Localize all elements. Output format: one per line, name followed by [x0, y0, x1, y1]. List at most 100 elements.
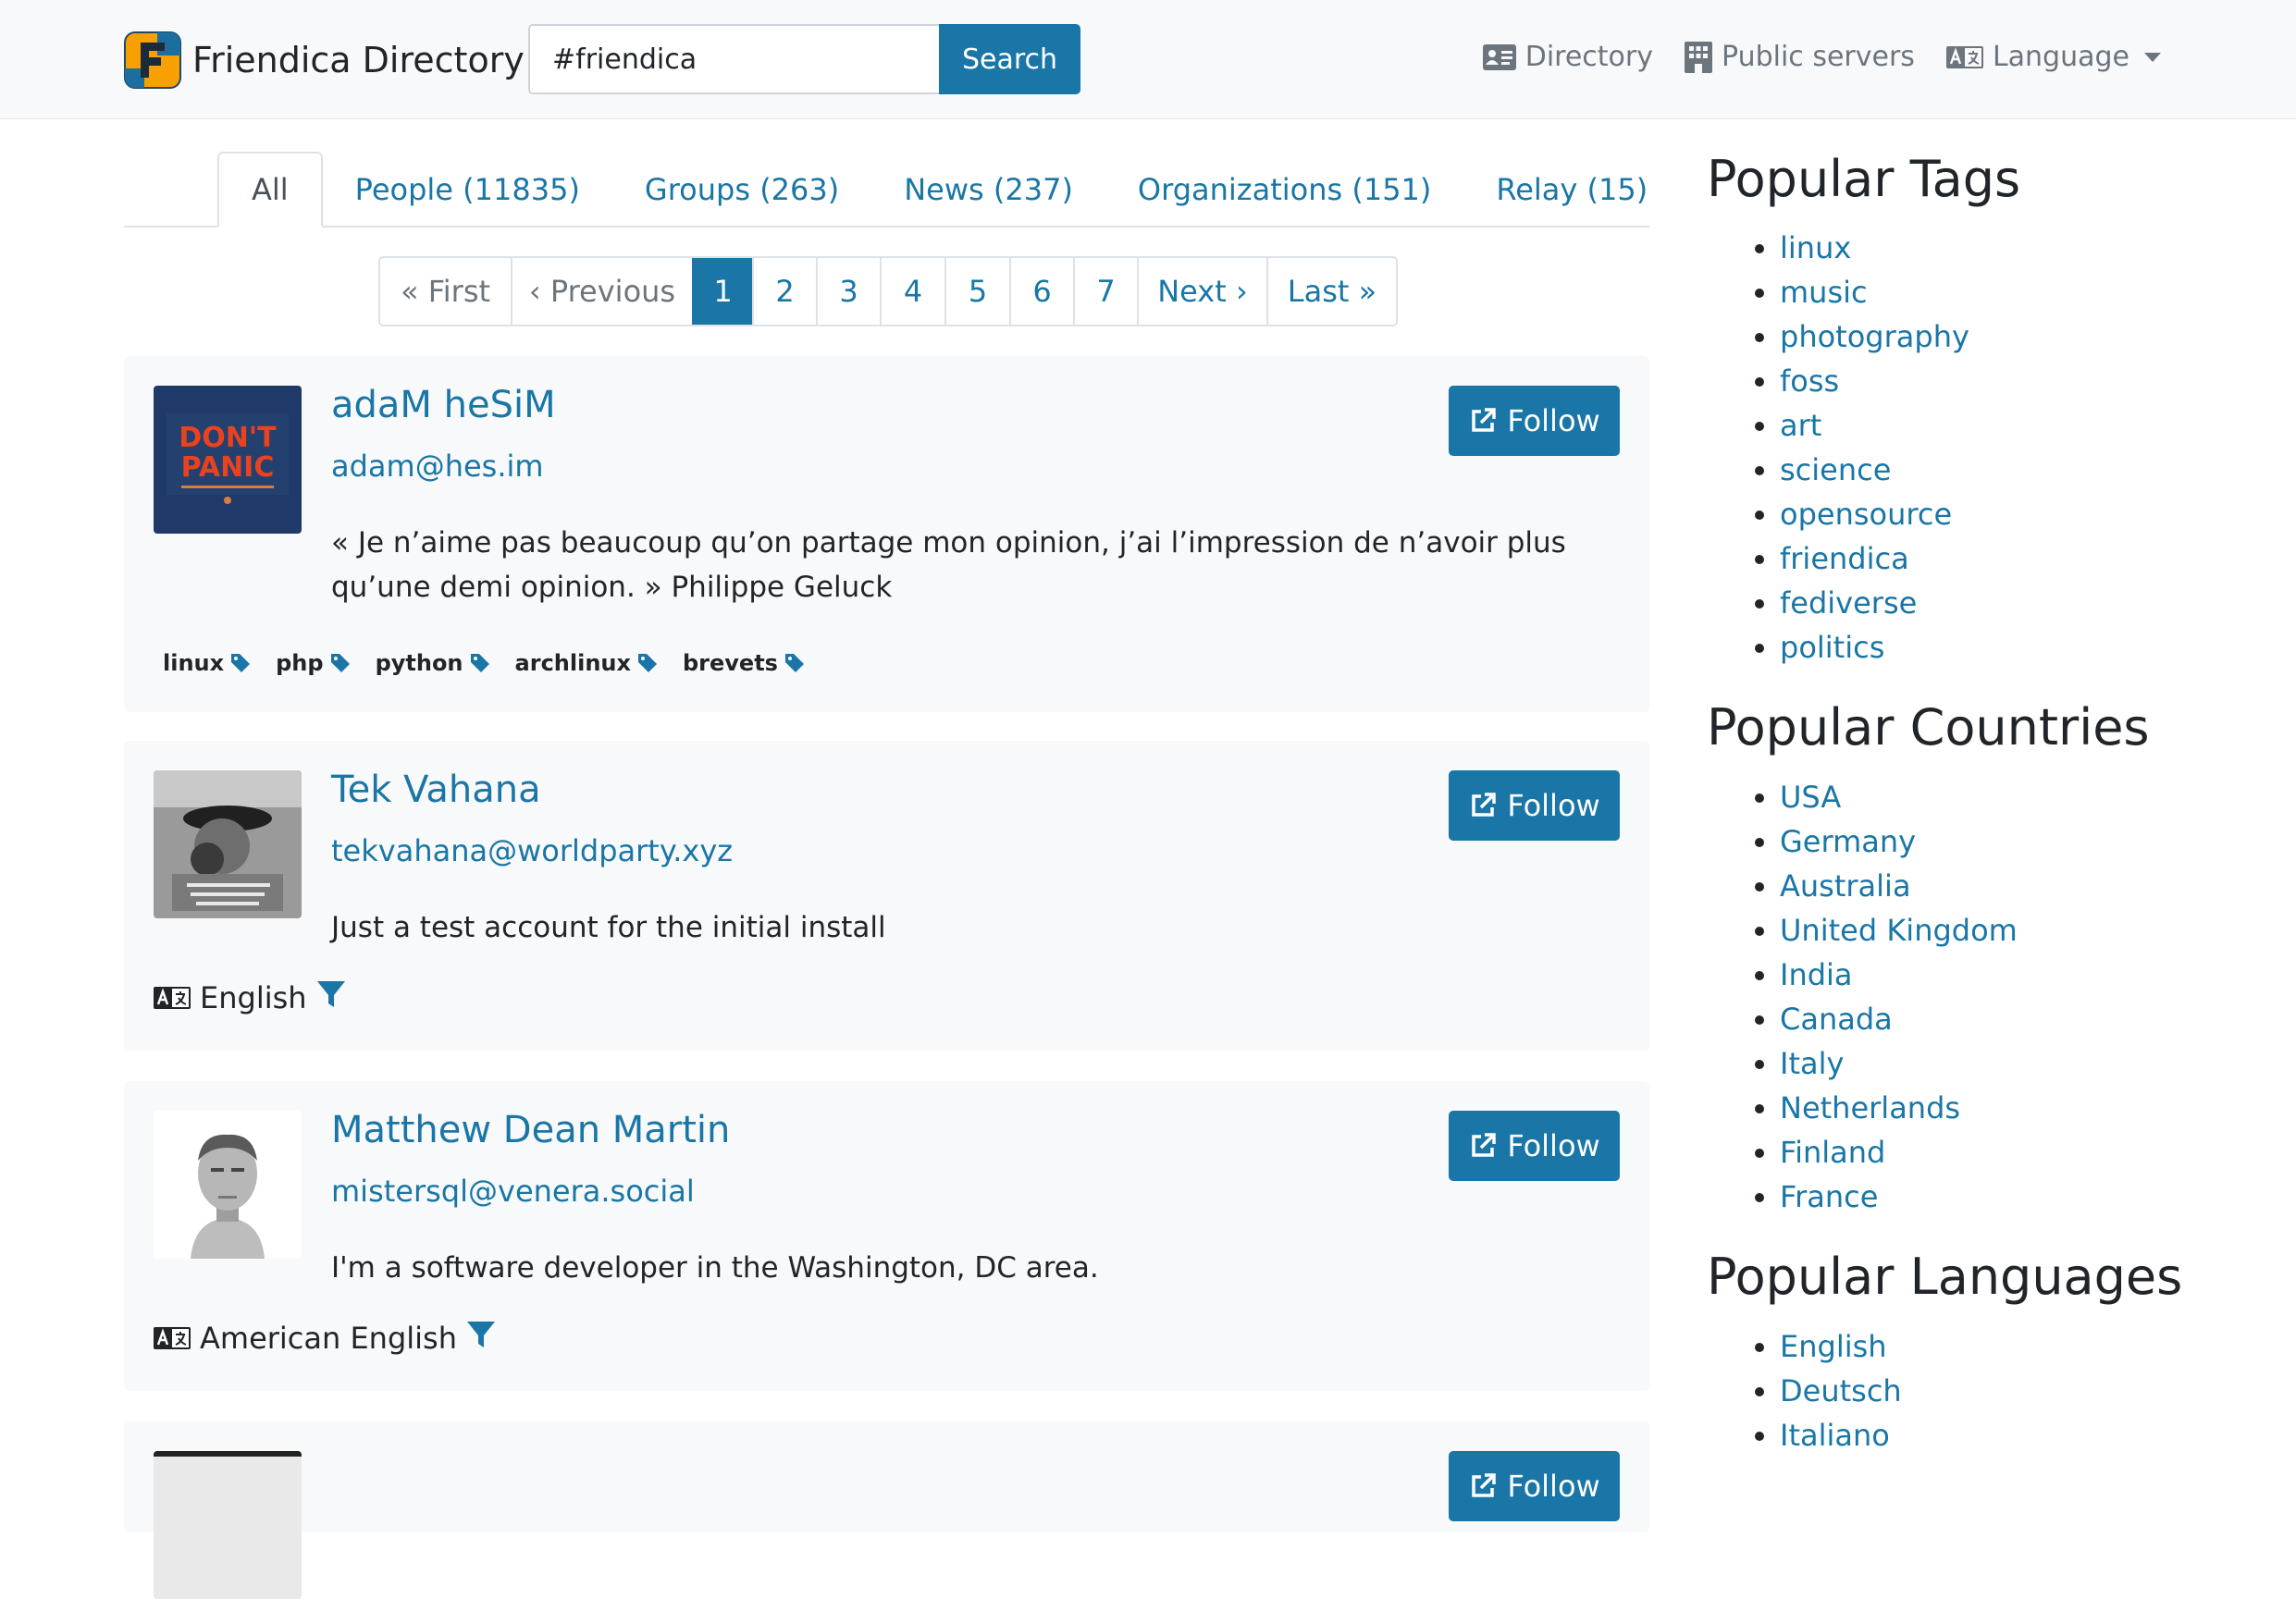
page-1[interactable]: 1 — [692, 258, 752, 325]
tag-link[interactable]: python — [376, 650, 491, 676]
country-link[interactable]: United Kingdom — [1780, 913, 2018, 948]
list-item: USA — [1780, 775, 2018, 819]
avatar[interactable] — [154, 1451, 302, 1599]
svg-text:PANIC: PANIC — [181, 451, 275, 484]
tag-link[interactable]: foss — [1780, 363, 1839, 399]
search-button[interactable]: Search — [939, 24, 1080, 94]
page-7[interactable]: 7 — [1073, 258, 1137, 325]
tag-icon — [470, 654, 489, 672]
profile-language: English — [154, 979, 346, 1016]
tag-icon — [637, 654, 657, 672]
follow-button[interactable]: Follow — [1449, 1451, 1620, 1521]
country-link[interactable]: Finland — [1780, 1135, 1885, 1170]
tag-link[interactable]: linux — [163, 650, 252, 676]
avatar[interactable] — [154, 1111, 302, 1259]
popular-tags-list: linux music photography foss art science… — [1707, 226, 1969, 670]
profile-name[interactable]: Matthew Dean Martin — [331, 1109, 730, 1151]
tab-all[interactable]: All — [217, 152, 323, 228]
profile-handle[interactable]: adam@hes.im — [331, 449, 544, 484]
language-link[interactable]: Deutsch — [1780, 1373, 1902, 1408]
tag-link[interactable]: brevets — [683, 650, 806, 676]
popular-languages-heading: Popular Languages — [1707, 1248, 2183, 1306]
avatar[interactable] — [154, 770, 302, 918]
profile-name[interactable]: adaM heSiM — [331, 384, 556, 426]
profile-card: Follow — [124, 1421, 1649, 1599]
nav-language-dropdown[interactable]: Language — [1945, 41, 2161, 73]
follow-label: Follow — [1507, 1128, 1600, 1163]
brand[interactable]: Friendica Directory — [124, 31, 525, 89]
country-link[interactable]: France — [1780, 1179, 1878, 1214]
friendica-logo — [124, 31, 181, 89]
follow-button[interactable]: Follow — [1449, 386, 1620, 456]
tag-link[interactable]: linux — [1780, 230, 1851, 265]
tag-link[interactable]: music — [1780, 275, 1868, 310]
tab-people[interactable]: People (11835) — [323, 152, 612, 228]
page-last[interactable]: Last » — [1266, 258, 1396, 325]
tab-groups[interactable]: Groups (263) — [612, 152, 871, 228]
language-label: American English — [200, 1321, 457, 1356]
tag-link[interactable]: archlinux — [515, 650, 659, 676]
tab-organizations[interactable]: Organizations (151) — [1105, 152, 1463, 228]
list-item: opensource — [1780, 492, 1969, 536]
page-next[interactable]: Next › — [1137, 258, 1266, 325]
language-link[interactable]: English — [1780, 1329, 1887, 1364]
tag-link[interactable]: friendica — [1780, 541, 1909, 576]
list-item: English — [1780, 1324, 1902, 1369]
profile-tags: linux php python archlinux brevets — [163, 650, 830, 676]
follow-button[interactable]: Follow — [1449, 770, 1620, 841]
profile-handle[interactable]: mistersql@venera.social — [331, 1174, 695, 1209]
country-link[interactable]: USA — [1780, 780, 1841, 815]
list-item: United Kingdom — [1780, 908, 2018, 953]
address-card-icon — [1482, 43, 1516, 70]
follow-label: Follow — [1507, 1469, 1600, 1504]
page-2[interactable]: 2 — [752, 258, 816, 325]
list-item: photography — [1780, 314, 1969, 359]
language-link[interactable]: Italiano — [1780, 1418, 1890, 1453]
page-previous[interactable]: ‹ Previous — [511, 258, 692, 325]
filter-icon[interactable] — [466, 1320, 496, 1357]
page-3[interactable]: 3 — [816, 258, 880, 325]
tag-link[interactable]: opensource — [1780, 497, 1952, 532]
country-link[interactable]: India — [1780, 957, 1853, 992]
external-link-icon — [1472, 1133, 1497, 1157]
avatar[interactable]: DON'T PANIC — [154, 386, 302, 534]
nav-directory-link[interactable]: Directory — [1482, 41, 1653, 73]
follow-label: Follow — [1507, 403, 1600, 438]
tag-link[interactable]: php — [276, 650, 351, 676]
page-4[interactable]: 4 — [880, 258, 944, 325]
list-item: Netherlands — [1780, 1086, 2018, 1130]
caret-down-icon — [2144, 52, 2161, 62]
top-navbar: Friendica Directory Search Directory Pub… — [0, 0, 2296, 119]
tag-link[interactable]: art — [1780, 408, 1821, 443]
country-link[interactable]: Italy — [1780, 1046, 1844, 1081]
tag-link[interactable]: photography — [1780, 319, 1969, 354]
tab-news[interactable]: News (237) — [871, 152, 1105, 228]
list-item: Germany — [1780, 819, 2018, 864]
list-item: linux — [1780, 226, 1969, 270]
page-first[interactable]: « First — [380, 258, 511, 325]
page-5[interactable]: 5 — [944, 258, 1009, 325]
list-item: Australia — [1780, 864, 2018, 908]
search-input[interactable] — [528, 24, 941, 94]
country-link[interactable]: Netherlands — [1780, 1090, 1960, 1125]
tag-link[interactable]: fediverse — [1780, 585, 1917, 621]
list-item: India — [1780, 953, 2018, 997]
directory-tabs: All People (11835) Groups (263) News (23… — [124, 150, 1649, 228]
profile-name[interactable]: Tek Vahana — [331, 769, 541, 811]
follow-button[interactable]: Follow — [1449, 1111, 1620, 1181]
tag-label: archlinux — [514, 650, 631, 676]
profile-handle[interactable]: tekvahana@worldparty.xyz — [331, 833, 733, 868]
profile-card: Matthew Dean Martin mistersql@venera.soc… — [124, 1081, 1649, 1391]
country-link[interactable]: Canada — [1780, 1002, 1893, 1037]
tag-link[interactable]: science — [1780, 452, 1891, 487]
tag-link[interactable]: politics — [1780, 630, 1884, 665]
country-link[interactable]: Germany — [1780, 824, 1916, 859]
list-item: music — [1780, 270, 1969, 314]
list-item: Canada — [1780, 997, 2018, 1041]
country-link[interactable]: Australia — [1780, 868, 1911, 904]
popular-languages-list: English Deutsch Italiano — [1707, 1324, 1902, 1458]
filter-icon[interactable] — [316, 979, 346, 1016]
page-6[interactable]: 6 — [1009, 258, 1073, 325]
tab-relay[interactable]: Relay (15) — [1463, 152, 1680, 228]
nav-public-servers-link[interactable]: Public servers — [1685, 41, 1915, 73]
